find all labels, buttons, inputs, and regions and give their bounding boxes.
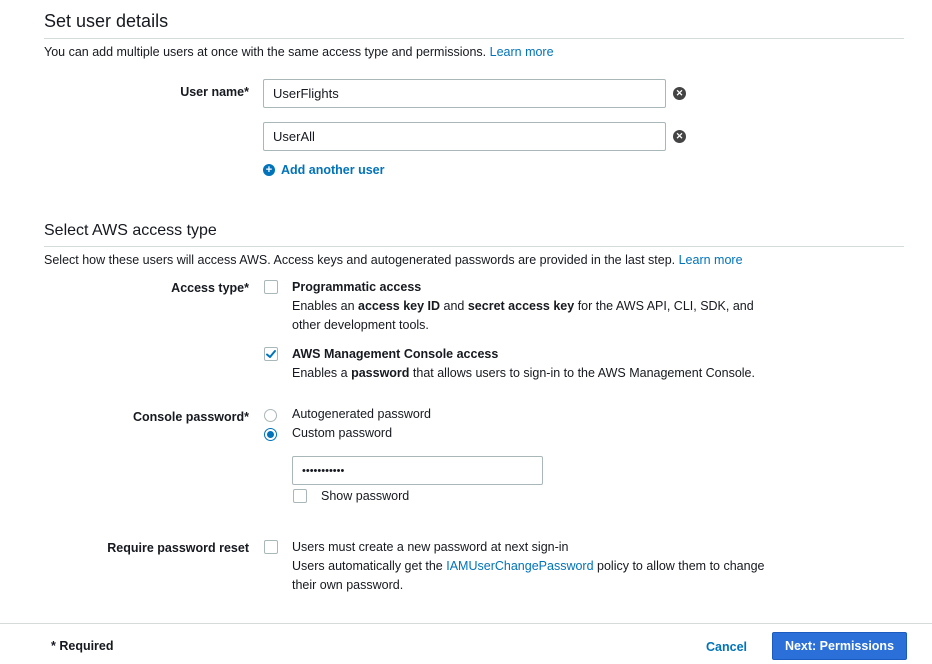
custom-password-input[interactable] xyxy=(292,456,543,485)
section-title-user-details: Set user details xyxy=(44,11,169,31)
learn-more-link[interactable]: Learn more xyxy=(679,253,743,267)
access-type-description-text: Select how these users will access AWS. … xyxy=(44,253,676,267)
desc-text: Enables an xyxy=(292,299,359,313)
desc-text: Users automatically get the xyxy=(292,559,447,573)
console-access-checkbox[interactable] xyxy=(264,347,278,361)
user-details-description: You can add multiple users at once with … xyxy=(44,45,554,59)
footer-divider xyxy=(0,623,932,624)
desc-text: that allows users to sign-in to the AWS … xyxy=(409,366,755,380)
access-type-label: Access type* xyxy=(171,281,249,295)
show-password-label: Show password xyxy=(321,489,410,503)
autogenerated-password-label: Autogenerated password xyxy=(292,407,431,421)
console-access-description: Enables a password that allows users to … xyxy=(292,364,755,383)
require-password-reset-checkbox[interactable] xyxy=(264,540,278,554)
remove-user-icon[interactable]: ✕ xyxy=(673,87,686,100)
add-another-user-button[interactable]: + Add another user xyxy=(263,163,385,177)
console-access-title: AWS Management Console access xyxy=(292,347,499,361)
console-password-label: Console password* xyxy=(133,410,249,424)
desc-text: for the AWS API, CLI, SDK, and xyxy=(574,299,754,313)
desc-bold: access key ID xyxy=(358,299,441,313)
plus-circle-icon: + xyxy=(263,164,275,176)
desc-text: and xyxy=(440,299,468,313)
required-note: * Required xyxy=(51,639,114,653)
programmatic-access-title: Programmatic access xyxy=(292,280,422,294)
access-type-description: Select how these users will access AWS. … xyxy=(44,253,743,267)
programmatic-access-checkbox[interactable] xyxy=(264,280,278,294)
section-divider xyxy=(44,246,904,247)
user-name-input-2[interactable] xyxy=(263,122,666,151)
cancel-button[interactable]: Cancel xyxy=(706,640,747,654)
learn-more-link[interactable]: Learn more xyxy=(490,45,554,59)
custom-password-radio[interactable] xyxy=(264,428,277,441)
require-password-reset-label: Require password reset xyxy=(107,541,249,555)
desc-bold: secret access key xyxy=(467,299,575,313)
password-reset-description: Users must create a new password at next… xyxy=(292,538,764,595)
add-another-user-label: Add another user xyxy=(281,163,385,177)
desc-text: policy to allow them to change xyxy=(593,559,765,573)
desc-text: Users must create a new password at next… xyxy=(292,540,569,554)
programmatic-access-description: Enables an access key ID and secret acce… xyxy=(292,297,754,335)
next-permissions-button[interactable]: Next: Permissions xyxy=(772,632,907,660)
check-icon xyxy=(266,350,276,358)
iam-user-change-password-link[interactable]: IAMUserChangePassword xyxy=(446,559,593,573)
custom-password-label: Custom password xyxy=(292,426,393,440)
desc-bold: password xyxy=(351,366,410,380)
desc-text: Enables a xyxy=(292,366,352,380)
section-divider xyxy=(44,38,904,39)
desc-text: other development tools. xyxy=(292,318,429,332)
section-title-access-type: Select AWS access type xyxy=(44,222,217,239)
autogenerated-password-radio[interactable] xyxy=(264,409,277,422)
remove-user-icon[interactable]: ✕ xyxy=(673,130,686,143)
desc-text: their own password. xyxy=(292,578,404,592)
user-name-input-1[interactable] xyxy=(263,79,666,108)
show-password-checkbox[interactable] xyxy=(293,489,307,503)
user-name-label: User name* xyxy=(180,85,249,99)
user-details-description-text: You can add multiple users at once with … xyxy=(44,45,487,59)
